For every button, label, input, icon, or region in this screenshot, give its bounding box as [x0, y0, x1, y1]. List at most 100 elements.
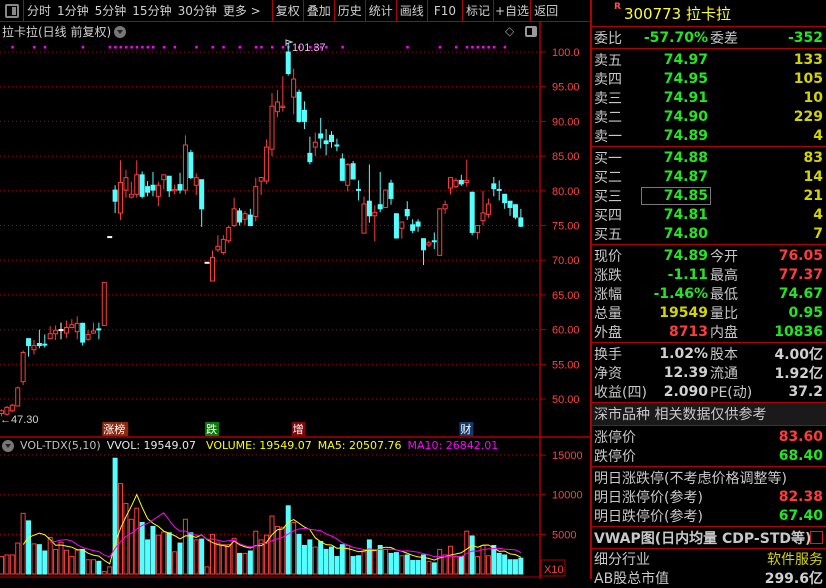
y-tick-label: 80.00: [552, 186, 580, 198]
candle-body: [323, 140, 329, 145]
signal-marker: [271, 46, 274, 49]
candle-body: [426, 242, 432, 246]
candle: [253, 177, 259, 222]
candle-body: [285, 51, 291, 75]
candle: [85, 330, 91, 341]
candle: [112, 185, 118, 214]
candle-body: [128, 193, 134, 198]
candle: [312, 132, 318, 157]
candle: [166, 175, 172, 198]
quote-row: 买五 74.80 7: [592, 224, 826, 243]
quote-row: 净资 12.39 流通 1.92亿: [592, 363, 826, 382]
industry-value[interactable]: 软件服务: [767, 549, 823, 569]
bid-volume: 4: [813, 206, 823, 223]
y-tick-label: 100.0: [552, 47, 580, 59]
chevron-down-icon[interactable]: [114, 25, 127, 38]
volume-bar: [453, 556, 459, 575]
event-tag[interactable]: 涨榜: [103, 422, 125, 436]
wc-label: 委差: [710, 30, 738, 47]
industry-label: 细分行业: [594, 551, 650, 568]
vol-unit-label: X10: [544, 564, 564, 576]
candle-body: [134, 174, 140, 195]
event-tag[interactable]: 增: [293, 422, 304, 436]
chart-title-text: 拉卡拉(日线 前复权): [2, 25, 112, 39]
quote-row: 卖一 74.89 4: [592, 126, 826, 145]
ma10-value: MA10: 26842.01: [407, 439, 499, 452]
kline-chart[interactable]: 100.0 95.00 90.00 85.00 80.00 75.00 70.00 65.00…: [0, 0, 590, 579]
volume-bar: [199, 538, 205, 575]
stat-label: 现价: [594, 248, 622, 265]
volume-bar: [204, 566, 210, 575]
candle-body: [334, 144, 340, 147]
stat-value: 74.89: [663, 247, 708, 264]
limit-down-value: 68.40: [778, 447, 823, 464]
signal-marker: [476, 46, 480, 49]
candle-body: [193, 177, 199, 186]
volume-bar: [366, 539, 372, 575]
signal-marker: [254, 46, 258, 49]
volume-bar: [85, 559, 91, 575]
volume-bar: [193, 539, 199, 575]
wb-value: -57.70%: [643, 29, 708, 46]
candle-body: [507, 200, 513, 208]
market-note-text: 深市品种 相关数据仅供参考: [594, 407, 767, 423]
ask-level-label: 卖四: [594, 71, 622, 88]
candle-body: [296, 91, 302, 122]
chart-title[interactable]: 拉卡拉(日线 前复权): [2, 23, 127, 40]
candle: [280, 76, 286, 112]
ask-level-label: 卖二: [594, 109, 622, 126]
candle-body: [491, 183, 497, 190]
indicator-name[interactable]: VOL-TDX(5,10): [20, 439, 101, 452]
vol-tick-label: 15000: [552, 450, 583, 462]
event-tag[interactable]: 财: [460, 422, 471, 436]
volume-bar: [247, 550, 253, 575]
signal-marker: [108, 46, 112, 49]
candle: [47, 326, 53, 340]
ask-price: 74.90: [663, 108, 708, 125]
diamond-icon[interactable]: ◇: [505, 24, 514, 38]
selected-price-box[interactable]: [641, 187, 711, 205]
bar-chart-icon[interactable]: [810, 531, 823, 544]
vwap-label[interactable]: VWAP图(日内均量 CDP-STD等): [594, 528, 811, 548]
candle-body: [166, 175, 172, 192]
candle-body: [442, 204, 448, 210]
candle: [150, 172, 156, 197]
candle: [74, 316, 80, 340]
volume-bar: [442, 554, 448, 575]
signal-marker: [162, 46, 166, 49]
volume-bar: [404, 554, 410, 575]
candle-body: [399, 221, 405, 229]
candle-body: [377, 204, 383, 210]
y-tick-label: 60.00: [552, 325, 580, 337]
volume-bar: [507, 559, 513, 575]
ask-book: 卖五 74.97 133 卖四 74.95 105 卖三 74.91 10 卖二 74.90 229 卖…: [592, 49, 826, 147]
vwap-row[interactable]: VWAP图(日内均量 CDP-STD等): [592, 527, 826, 549]
vvol-value: VVOL: 19549.07: [106, 439, 197, 452]
stat-value: 76.05: [778, 247, 823, 264]
candle-body: [36, 342, 42, 347]
candle: [215, 235, 221, 252]
panel-toggle-icon[interactable]: [525, 26, 537, 37]
fund-label: 净资: [594, 365, 622, 382]
candle-body: [69, 324, 75, 329]
candle: [383, 189, 389, 208]
stat-value: -1.46%: [653, 285, 708, 302]
volume-bar: [410, 560, 416, 575]
volume-legend: VOL-TDX(5,10) VVOL: 19549.07 VOLUME: 195…: [2, 439, 498, 452]
ask-price: 74.95: [663, 70, 708, 87]
candle: [404, 201, 410, 220]
volume-bar: [69, 556, 75, 575]
candle-body: [20, 352, 26, 383]
ask-level-label: 卖三: [594, 90, 622, 107]
candle: [226, 225, 232, 243]
volume-bar: [101, 571, 107, 575]
candle: [90, 322, 96, 334]
stat-value: 19549: [659, 304, 708, 321]
candle-body: [53, 329, 59, 335]
chevron-down-icon[interactable]: [2, 439, 14, 452]
volume-bar: [220, 544, 226, 575]
event-tag[interactable]: 跌: [206, 422, 217, 436]
candle: [26, 338, 32, 357]
volume-bar: [475, 556, 481, 575]
candle-body: [480, 212, 486, 222]
